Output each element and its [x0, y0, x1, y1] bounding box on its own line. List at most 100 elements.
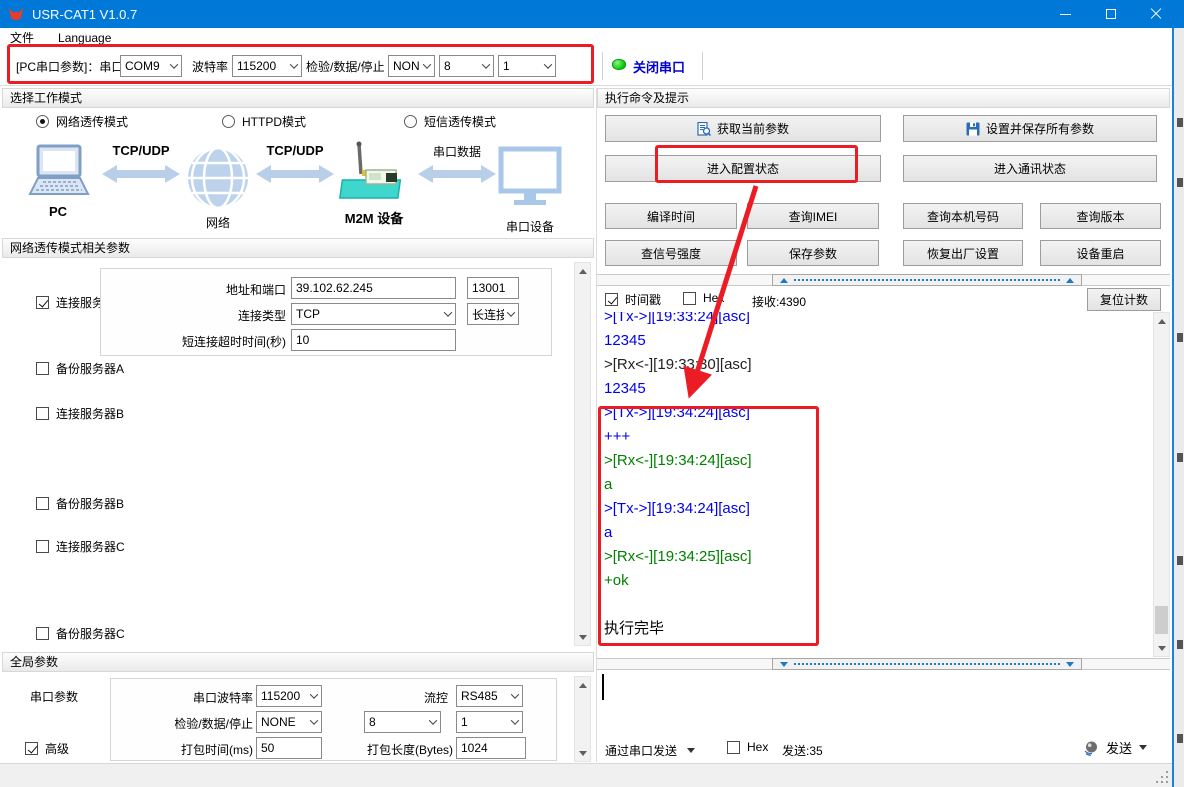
gp-baud-label: 串口波特率	[111, 689, 253, 706]
background-window-fragment	[1177, 453, 1183, 462]
save-params-button[interactable]: 保存参数	[747, 240, 879, 266]
server-a-panel: 地址和端口 连接类型 TCP 长连接 短连接超时时间(秒)	[100, 268, 552, 356]
gp-packlen-input[interactable]	[456, 737, 526, 759]
backup-b-checkbox[interactable]: 备份服务器B	[36, 495, 124, 512]
gp-parity-select[interactable]: NONE	[256, 711, 322, 733]
checkbox-checked-icon	[25, 742, 38, 755]
mode-radio-sms[interactable]: 短信透传模式	[404, 113, 496, 130]
window-title: USR-CAT1 V1.0.7	[32, 7, 137, 22]
server-c-checkbox[interactable]: 连接服务器C	[36, 538, 125, 555]
send-button[interactable]: 发送	[1083, 738, 1147, 757]
gp-packtime-input[interactable]	[256, 737, 322, 759]
chevron-down-icon	[310, 716, 318, 724]
toolbar-separator	[602, 52, 603, 80]
gp-flow-select[interactable]: RS485	[456, 685, 523, 707]
query-version-button[interactable]: 查询版本	[1040, 203, 1161, 229]
stopbits-select[interactable]: 1	[498, 55, 556, 77]
device-restart-button[interactable]: 设备重启	[1040, 240, 1161, 266]
scroll-down-icon[interactable]	[1154, 640, 1169, 656]
checkbox-icon	[36, 540, 49, 553]
enter-config-button[interactable]: 进入配置状态	[605, 155, 881, 182]
set-save-params-button[interactable]: 设置并保存所有参数	[903, 115, 1157, 142]
compile-time-button[interactable]: 编译时间	[605, 203, 737, 229]
mode-radio-httpd[interactable]: HTTPD模式	[222, 113, 306, 130]
scroll-up-icon[interactable]	[575, 677, 590, 693]
close-port-button[interactable]: 关闭串口	[633, 57, 685, 76]
send-sphere-icon	[1083, 740, 1099, 756]
query-number-button[interactable]: 查询本机号码	[903, 203, 1023, 229]
scroll-up-icon[interactable]	[575, 263, 590, 279]
send-splitter[interactable]	[597, 658, 1170, 670]
advanced-checkbox[interactable]: 高级	[25, 740, 69, 757]
log-splitter[interactable]	[597, 274, 1170, 286]
chevron-down-icon	[511, 716, 519, 724]
double-arrow-icon	[418, 164, 496, 184]
menu-item-file[interactable]: 文件	[10, 29, 34, 46]
maximize-button[interactable]	[1088, 0, 1133, 28]
scroll-up-icon[interactable]	[1154, 313, 1169, 329]
gp-databits-select[interactable]: 8	[364, 711, 441, 733]
query-signal-button[interactable]: 查信号强度	[605, 240, 737, 266]
app-window: USR-CAT1 V1.0.7 文件 Language [PC串口参数]：串口号…	[0, 0, 1184, 787]
databits-select[interactable]: 8	[439, 55, 494, 77]
toolbar-separator	[702, 52, 703, 80]
chevron-down-icon	[511, 690, 519, 698]
close-button[interactable]	[1133, 0, 1178, 28]
log-hex-checkbox[interactable]: Hex	[683, 291, 724, 305]
short-conn-timeout-input[interactable]	[291, 329, 456, 351]
log-line: 执行完毕	[597, 617, 1153, 641]
conn-type-select[interactable]: TCP	[291, 303, 456, 325]
log-scrollbar[interactable]	[1153, 312, 1170, 657]
splitter-handle[interactable]	[772, 658, 1082, 670]
diagram-node-pc-label: PC	[22, 204, 94, 219]
chevron-down-icon	[444, 308, 452, 316]
parity-select[interactable]: NONI	[388, 55, 435, 77]
global-params-scrollbar[interactable]	[574, 676, 591, 762]
resize-grip[interactable]	[1154, 769, 1168, 783]
diagram-node-serialdev-label: 串口设备	[494, 218, 566, 235]
port-open-status-icon	[612, 59, 626, 70]
log-output[interactable]: >[Tx->][19:33:24][asc] 12345 >[Rx<-][19:…	[597, 312, 1153, 657]
pc-laptop-icon	[22, 144, 94, 200]
scroll-down-icon[interactable]	[575, 629, 590, 645]
server-b-checkbox[interactable]: 连接服务器B	[36, 405, 124, 422]
send-hex-checkbox[interactable]: Hex	[727, 740, 768, 754]
conn-keep-select[interactable]: 长连接	[467, 303, 519, 325]
splitter-handle[interactable]	[772, 274, 1082, 286]
backup-a-checkbox[interactable]: 备份服务器A	[36, 360, 124, 377]
command-panel-header: 执行命令及提示	[597, 88, 1170, 108]
conn-type-label: 连接类型	[101, 307, 286, 324]
get-params-button[interactable]: 获取当前参数	[605, 115, 881, 142]
send-via-dropdown[interactable]: 通过串口发送	[605, 742, 695, 759]
enter-comm-button[interactable]: 进入通讯状态	[903, 155, 1157, 182]
gp-stopbits-select[interactable]: 1	[456, 711, 523, 733]
checkbox-icon	[36, 627, 49, 640]
maximize-icon	[1106, 9, 1116, 19]
reset-count-button[interactable]: 复位计数	[1087, 288, 1161, 311]
baud-select[interactable]: 115200	[232, 55, 302, 77]
serial-params-label: 串口参数	[30, 688, 78, 705]
diagram-link2-label: TCP/UDP	[258, 143, 332, 158]
minimize-button[interactable]	[1043, 0, 1088, 28]
mode-radio-net[interactable]: 网络透传模式	[36, 113, 128, 130]
text-caret	[602, 674, 604, 700]
short-conn-timeout-label: 短连接超时时间(秒)	[101, 333, 286, 350]
backup-c-checkbox[interactable]: 备份服务器C	[36, 625, 125, 642]
timestamp-checkbox[interactable]: 时间戳	[605, 291, 661, 308]
net-params-scrollbar[interactable]	[574, 262, 591, 646]
query-imei-button[interactable]: 查询IMEI	[747, 203, 879, 229]
scroll-down-icon[interactable]	[575, 745, 590, 761]
factory-reset-button[interactable]: 恢复出厂设置	[903, 240, 1023, 266]
gp-baud-select[interactable]: 115200	[256, 685, 322, 707]
scrollbar-thumb[interactable]	[1155, 606, 1168, 634]
server-address-input[interactable]	[291, 277, 456, 299]
m2m-device-icon	[338, 140, 412, 206]
diagram-node-m2m-label: M2M 设备	[330, 208, 418, 227]
menu-item-language[interactable]: Language	[58, 31, 111, 45]
log-line: >[Rx<-][19:34:24][asc]	[597, 449, 1153, 473]
log-line: a	[597, 473, 1153, 497]
send-input[interactable]	[597, 670, 1170, 734]
com-port-select[interactable]: COM9	[120, 55, 182, 77]
splitter-collapse-down-icon	[780, 662, 788, 667]
server-port-input[interactable]	[467, 277, 519, 299]
